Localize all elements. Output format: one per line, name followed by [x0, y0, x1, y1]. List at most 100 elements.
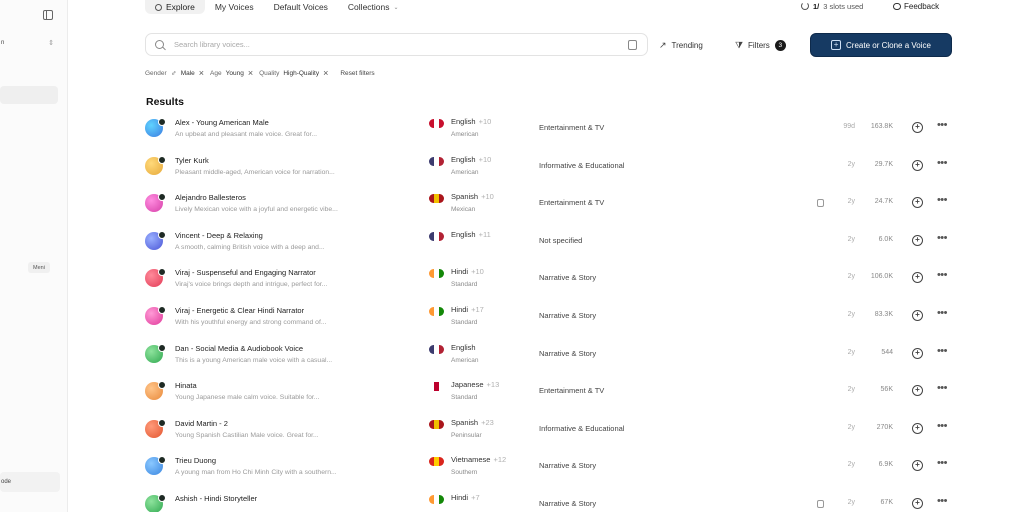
voice-library-tabs: Explore My Voices Default Voices Collect…	[145, 0, 409, 14]
add-voice-icon[interactable]: +	[912, 272, 923, 284]
language-flag-icon	[429, 495, 444, 504]
voice-name[interactable]: Hinata	[175, 381, 197, 390]
voice-row[interactable]: Viraj - Suspenseful and Engaging Narrato…	[145, 265, 955, 303]
image-search-icon[interactable]	[628, 40, 637, 50]
voice-language: Vietnamese +12	[451, 455, 506, 464]
voice-age: 2y	[847, 160, 855, 168]
voice-usage-count: 56K	[880, 386, 893, 394]
slots-indicator: 1/ 3 slots used	[801, 0, 863, 12]
voice-row[interactable]: Alejandro Ballesteros Lively Mexican voic…	[145, 190, 955, 228]
filters-button[interactable]: ⧩ Filters 3	[735, 38, 786, 52]
voice-usage-count: 67K	[880, 499, 893, 506]
voice-row[interactable]: Trieu Duong A young man from Ho Chi Minh …	[145, 453, 955, 491]
language-more-count: +11	[478, 229, 491, 239]
voice-name[interactable]: Dan - Social Media & Audiobook Voice	[175, 344, 303, 353]
language-more-count: +10	[471, 267, 484, 277]
trending-sort-button[interactable]: ↗ Trending	[659, 38, 703, 52]
voice-name[interactable]: Alex - Young American Male	[175, 118, 269, 127]
more-options-icon[interactable]: •••	[937, 382, 948, 394]
add-voice-icon[interactable]: +	[912, 310, 923, 321]
compass-icon	[155, 3, 162, 11]
tab-default-voices[interactable]: Default Voices	[264, 0, 338, 14]
voice-row[interactable]: Tyler Kurk Pleasant middle-aged, American…	[145, 153, 955, 191]
voice-age: 2y	[847, 386, 855, 394]
voice-description: Young Spanish Castilian Male voice. Grea…	[175, 431, 319, 439]
voice-row[interactable]: Alex - Young American Male An upbeat and …	[145, 115, 955, 153]
language-name: Vietnamese	[451, 455, 491, 465]
results-heading: Results	[146, 96, 184, 108]
chat-bubble-icon	[893, 2, 901, 10]
voice-badge-icon	[158, 456, 166, 465]
voice-name[interactable]: Trieu Duong	[175, 456, 216, 465]
voice-name[interactable]: Alejandro Ballesteros	[175, 193, 246, 202]
remove-filter-icon[interactable]: ×	[199, 68, 204, 78]
more-options-icon[interactable]: •••	[937, 495, 948, 507]
add-voice-icon[interactable]: +	[912, 159, 923, 171]
voice-accent: American	[451, 168, 479, 176]
voice-category: Entertainment & TV	[539, 123, 605, 132]
language-name: Spanish	[451, 192, 479, 202]
more-options-icon[interactable]: •••	[937, 157, 948, 169]
voice-age: 2y	[847, 499, 855, 506]
voice-name[interactable]: Viraj - Suspenseful and Engaging Narrato…	[175, 268, 316, 277]
add-voice-icon[interactable]: +	[912, 347, 923, 359]
voice-name[interactable]: Tyler Kurk	[175, 156, 209, 165]
more-options-icon[interactable]: •••	[937, 194, 948, 206]
tab-my-voices[interactable]: My Voices	[205, 0, 264, 14]
voice-age: 2y	[847, 423, 855, 431]
chip-quality-value: High-Quality	[283, 69, 320, 77]
language-more-count: +13	[486, 380, 500, 390]
remove-filter-icon[interactable]: ×	[323, 68, 328, 78]
voice-age: 2y	[847, 198, 855, 206]
language-flag-icon	[429, 194, 444, 204]
reset-filters-link[interactable]: Reset filters	[340, 70, 374, 77]
voice-row[interactable]: Ashish - Hindi Storyteller Hindi +7 Narrati…	[145, 491, 955, 512]
feedback-button[interactable]: Feedback	[893, 0, 939, 12]
voice-category: Narrative & Story	[539, 348, 597, 358]
voice-row[interactable]: Dan - Social Media & Audiobook Voice This…	[145, 341, 955, 379]
more-options-icon[interactable]: •••	[937, 420, 948, 432]
create-voice-button[interactable]: + Create or Clone a Voice	[810, 33, 952, 57]
sidebar-bottom-item[interactable]: ode	[0, 472, 60, 492]
more-options-icon[interactable]: •••	[937, 307, 948, 319]
voice-name[interactable]: David Martin - 2	[175, 419, 228, 428]
sidebar-collapse-icon[interactable]	[43, 10, 53, 20]
voice-age: 2y	[847, 461, 855, 469]
more-options-icon[interactable]: •••	[937, 119, 948, 131]
tab-explore[interactable]: Explore	[145, 0, 205, 14]
remove-filter-icon[interactable]: ×	[248, 68, 253, 78]
voice-description: Lively Mexican voice with a joyful and e…	[175, 206, 338, 214]
language-name: English	[451, 154, 476, 164]
language-flag-icon	[429, 119, 444, 128]
voice-row[interactable]: Vincent - Deep & Relaxing A smooth, calmi…	[145, 228, 955, 266]
tab-collections[interactable]: Collections ⌄	[338, 0, 409, 14]
slots-text: 3 slots used	[823, 1, 864, 11]
language-more-count: +10	[478, 117, 492, 126]
search-input[interactable]	[174, 40, 604, 49]
voice-name[interactable]: Viraj - Energetic & Clear Hindi Narrator	[175, 306, 304, 315]
add-voice-icon[interactable]: +	[912, 422, 923, 434]
more-options-icon[interactable]: •••	[937, 232, 948, 244]
sidebar-item-active[interactable]	[0, 86, 58, 104]
add-voice-icon[interactable]: +	[912, 385, 923, 397]
language-name: English	[451, 229, 476, 239]
workspace-select[interactable]: n ⇕	[0, 36, 60, 50]
more-options-icon[interactable]: •••	[937, 457, 948, 469]
more-options-icon[interactable]: •••	[937, 345, 948, 357]
voice-description: Pleasant middle-aged, American voice for…	[175, 168, 335, 176]
add-voice-icon[interactable]: +	[912, 460, 923, 472]
voice-name[interactable]: Ashish - Hindi Storyteller	[175, 494, 257, 503]
voice-name[interactable]: Vincent - Deep & Relaxing	[175, 231, 263, 240]
add-voice-icon[interactable]: +	[912, 234, 923, 246]
voice-row[interactable]: David Martin - 2 Young Spanish Castilian …	[145, 416, 955, 454]
voice-row[interactable]: Hinata Young Japanese male calm voice. Su…	[145, 378, 955, 416]
add-voice-icon[interactable]: +	[912, 498, 923, 509]
copy-icon[interactable]	[817, 500, 824, 508]
voice-usage-count: 544	[881, 348, 893, 356]
copy-icon[interactable]	[817, 199, 824, 208]
add-voice-icon[interactable]: +	[912, 122, 923, 133]
trending-label: Trending	[671, 40, 703, 50]
voice-row[interactable]: Viraj - Energetic & Clear Hindi Narrator…	[145, 303, 955, 341]
more-options-icon[interactable]: •••	[937, 269, 948, 281]
add-voice-icon[interactable]: +	[912, 197, 923, 209]
